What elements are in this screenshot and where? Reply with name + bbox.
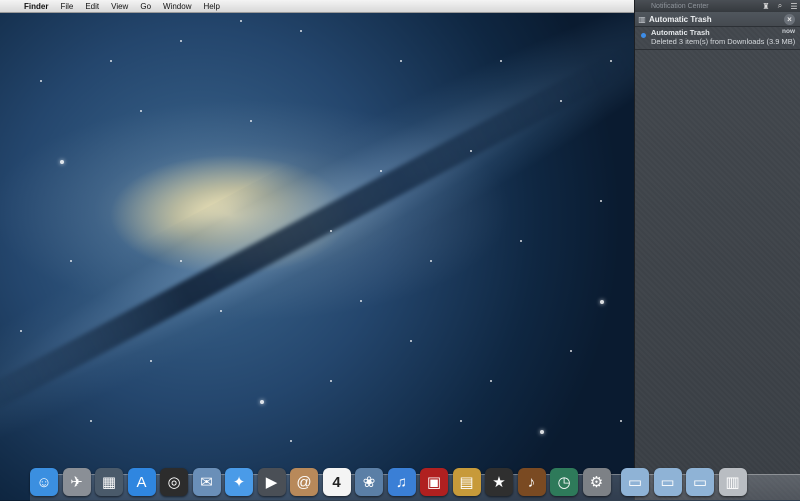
star — [180, 40, 182, 42]
trash-app-icon: ▥ — [638, 14, 646, 24]
mail-icon[interactable]: ✉ — [192, 468, 221, 496]
menu-go[interactable]: Go — [134, 2, 157, 11]
star — [430, 260, 432, 262]
mission-control-icon[interactable]: ▦ — [95, 468, 123, 496]
notification-item[interactable]: Automatic Trash now Deleted 3 item(s) fr… — [635, 26, 800, 48]
star — [60, 160, 64, 164]
iphoto-icon[interactable]: ❀ — [355, 468, 383, 496]
notification-app-label: Automatic Trash — [649, 14, 712, 24]
app-menu-finder[interactable]: Finder — [22, 2, 54, 11]
star — [400, 60, 402, 62]
menu-help[interactable]: Help — [197, 2, 225, 11]
notification-title: Automatic Trash — [651, 28, 710, 37]
dashboard-icon[interactable]: ◎ — [160, 468, 188, 496]
notification-app-header: ▥ Automatic Trash × — [635, 12, 800, 27]
star — [620, 420, 622, 422]
garageband-icon[interactable]: ♪ — [517, 468, 546, 496]
star — [140, 110, 142, 112]
app-store-icon[interactable]: A — [127, 468, 156, 496]
calendar-icon[interactable]: 4 — [322, 468, 351, 496]
menu-edit[interactable]: Edit — [79, 2, 105, 11]
facetime-icon[interactable]: ▶ — [257, 468, 286, 496]
menu-extra-icon[interactable]: ♜ — [759, 2, 773, 11]
star — [360, 300, 362, 302]
safari-icon[interactable]: ✦ — [225, 468, 253, 496]
star — [520, 240, 522, 242]
star — [540, 430, 544, 434]
imovie-icon[interactable]: ★ — [485, 468, 513, 496]
star — [500, 60, 502, 62]
star — [600, 300, 604, 304]
notification-center-title: Notification Center — [651, 2, 709, 10]
star — [330, 230, 332, 232]
photo-booth-icon[interactable]: ▣ — [420, 468, 448, 496]
star — [380, 170, 382, 172]
menu-window[interactable]: Window — [157, 2, 197, 11]
spotlight-icon[interactable]: ⌕ — [773, 1, 787, 11]
menu-view[interactable]: View — [105, 2, 134, 11]
star — [20, 330, 22, 332]
star — [110, 60, 112, 62]
star — [220, 310, 222, 312]
star — [260, 400, 264, 404]
desktop[interactable] — [0, 0, 634, 500]
star — [490, 380, 492, 382]
launchpad-icon[interactable]: ✈ — [62, 468, 91, 496]
star — [560, 100, 562, 102]
star — [600, 200, 602, 202]
time-machine-icon[interactable]: ◷ — [550, 468, 578, 496]
star — [290, 440, 292, 442]
menu-file[interactable]: File — [54, 2, 79, 11]
contacts-icon[interactable]: @ — [290, 468, 318, 496]
star — [410, 340, 412, 342]
documents-folder-icon[interactable]: ▭ — [653, 468, 682, 496]
image-capture-icon[interactable]: ▤ — [452, 468, 481, 496]
trash-icon[interactable]: ▥ — [718, 468, 747, 496]
applications-folder-icon[interactable]: ▭ — [621, 468, 649, 496]
clear-notifications-button[interactable]: × — [784, 13, 795, 25]
star — [150, 360, 152, 362]
star — [460, 420, 462, 422]
system-preferences-icon[interactable]: ⚙ — [582, 468, 611, 496]
star — [70, 260, 72, 262]
unread-dot-icon — [641, 33, 646, 38]
notification-divider — [635, 49, 800, 50]
star — [470, 150, 472, 152]
star — [90, 420, 92, 422]
star — [300, 30, 302, 32]
notification-center: Notification Center ♜ ⌕ ☰ ▥ Automatic Tr… — [634, 0, 800, 500]
star — [40, 80, 42, 82]
finder-icon[interactable]: ☺ — [30, 468, 58, 496]
itunes-icon[interactable]: ♫ — [387, 468, 416, 496]
star — [240, 20, 242, 22]
star — [610, 60, 612, 62]
dock: ☺ ✈ ▦ A ◎ ✉ ✦ ▶ @4 ❀ ♫ ▣ ▤ ★ ♪ ◷ ⚙ ▭ ▭ ▭ ▥ — [30, 458, 800, 496]
downloads-folder-icon[interactable]: ▭ — [686, 468, 714, 496]
notification-center-icon[interactable]: ☰ — [787, 2, 800, 11]
star — [330, 380, 332, 382]
menu-bar: Finder File Edit View Go Window Help — [0, 0, 634, 13]
star — [250, 120, 252, 122]
notification-time: now — [782, 28, 795, 35]
notification-body: Deleted 3 item(s) from Downloads (3.9 MB… — [651, 37, 796, 46]
star — [570, 350, 572, 352]
star — [180, 260, 182, 262]
notification-center-topbar: Notification Center ♜ ⌕ ☰ — [635, 0, 800, 12]
